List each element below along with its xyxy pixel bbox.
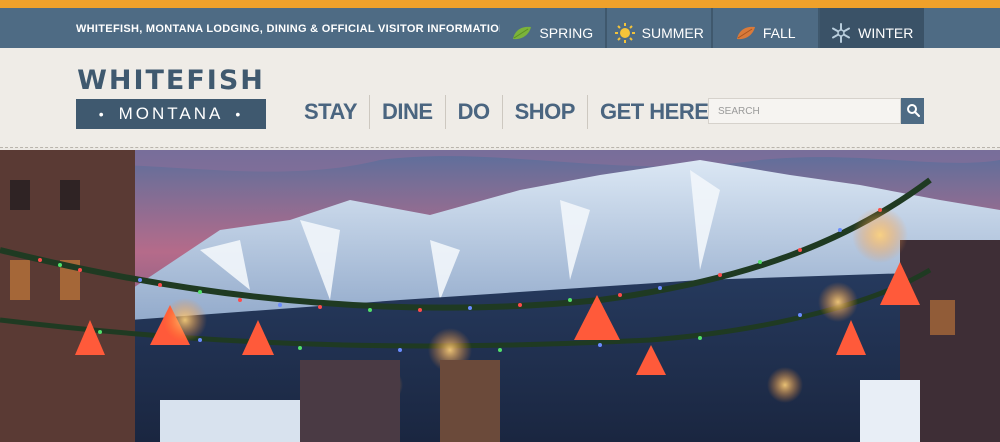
nav-dine[interactable]: DINE [369, 95, 445, 129]
nav-shop[interactable]: SHOP [501, 95, 587, 129]
dot-icon: • [98, 106, 107, 122]
season-summer-label: SUMMER [641, 24, 704, 41]
season-spring-label: SPRING [539, 24, 594, 41]
logo-subtitle-bar: • MONTANA • [76, 99, 266, 129]
nav-do[interactable]: DO [444, 95, 502, 129]
logo-wordmark: WHITEFISH [77, 65, 265, 96]
mountain-town-photo [0, 150, 1000, 442]
main-nav: STAY DINE DO SHOP GET HERE [292, 95, 720, 129]
site-tagline: WHITEFISH, MONTANA LODGING, DINING & OFF… [76, 23, 508, 35]
search-box [708, 98, 924, 124]
search-input[interactable] [708, 98, 901, 124]
season-winter-label: WINTER [858, 24, 914, 41]
top-accent-stripe [0, 0, 1000, 8]
sun-icon [614, 22, 636, 44]
leaf-icon [511, 25, 533, 41]
nav-get-here[interactable]: GET HERE [586, 95, 720, 129]
snowflake-icon [830, 22, 852, 44]
search-icon [906, 103, 920, 120]
search-button[interactable] [901, 98, 924, 124]
dot-icon: • [235, 106, 244, 122]
nav-stay[interactable]: STAY [292, 95, 369, 129]
hero-image [0, 150, 1000, 442]
season-fall-label: FALL [762, 24, 796, 41]
logo-subtitle: MONTANA [118, 104, 224, 123]
site-logo[interactable]: WHITEFISH • MONTANA • [76, 66, 266, 129]
fall-leaf-icon [735, 25, 757, 41]
